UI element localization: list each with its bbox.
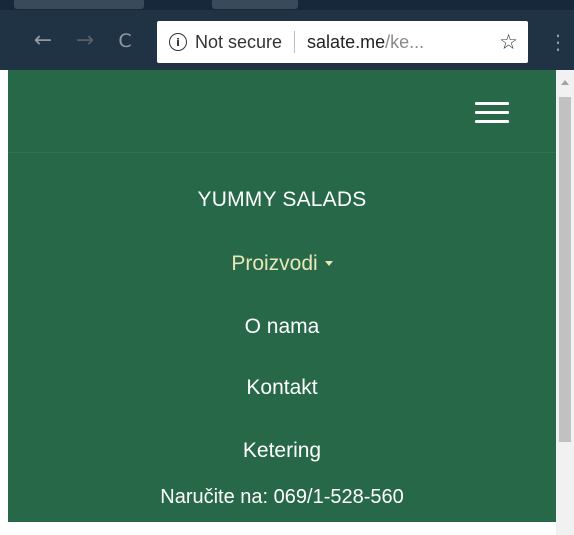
navbar-divider xyxy=(8,152,556,153)
nav-item-about[interactable]: O nama xyxy=(8,315,556,339)
url-text[interactable]: salate.me/ke... xyxy=(307,32,424,53)
nav-item-catering[interactable]: Ketering xyxy=(8,439,556,463)
browser-menu-icon[interactable]: ⋮ xyxy=(548,30,568,54)
security-indicator[interactable]: Not secure xyxy=(195,32,282,53)
reload-icon[interactable]: C xyxy=(112,28,138,54)
back-icon[interactable]: ← xyxy=(30,28,56,54)
scrollbar-thumb[interactable] xyxy=(559,97,571,442)
site-navbar: YUMMY SALADS Proizvodi O nama Kontakt Ke… xyxy=(8,70,556,535)
nav-item-products[interactable]: Proizvodi xyxy=(8,252,556,276)
url-path: /ke... xyxy=(385,31,425,52)
nav-item-products-label: Proizvodi xyxy=(231,252,318,275)
navbar-header xyxy=(8,70,556,152)
address-bar[interactable]: i Not secure salate.me/ke... ☆ xyxy=(157,21,528,63)
nav-item-contact[interactable]: Kontakt xyxy=(8,376,556,400)
star-icon[interactable]: ☆ xyxy=(499,30,518,54)
hamburger-menu-icon[interactable] xyxy=(475,102,509,124)
page-content-edge xyxy=(8,522,556,535)
omnibox-divider xyxy=(294,31,296,53)
scrollbar[interactable] xyxy=(556,70,574,535)
info-icon[interactable]: i xyxy=(169,33,187,51)
url-domain: salate.me xyxy=(307,31,386,52)
scroll-up-arrow-icon[interactable] xyxy=(561,80,569,85)
browser-tab[interactable] xyxy=(212,0,298,9)
order-phone-text: Naručite na: 069/1-528-560 xyxy=(160,486,404,508)
browser-toolbar: ← → C i Not secure salate.me/ke... ☆ ⋮ xyxy=(0,0,574,70)
forward-icon[interactable]: → xyxy=(72,28,98,54)
caret-down-icon xyxy=(324,260,333,266)
brand-link[interactable]: YUMMY SALADS xyxy=(8,188,556,212)
browser-tab[interactable] xyxy=(14,0,144,9)
viewport-edge xyxy=(0,70,8,535)
